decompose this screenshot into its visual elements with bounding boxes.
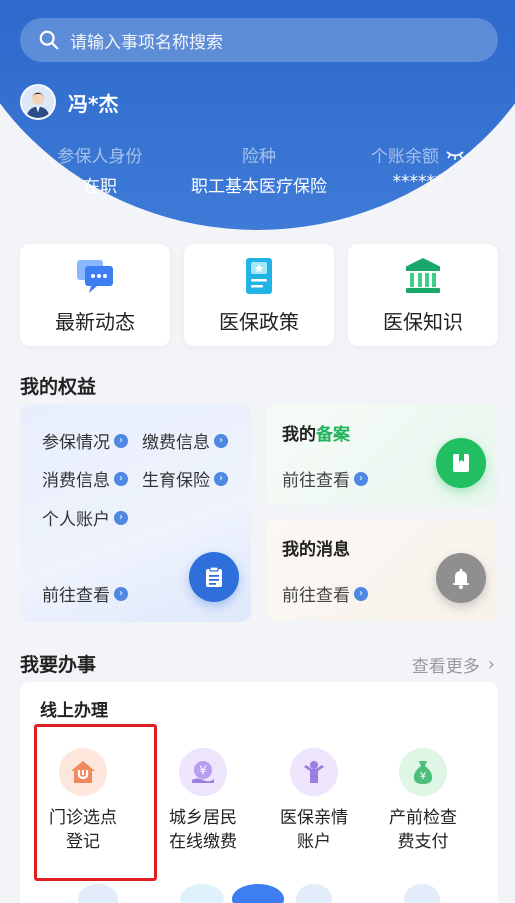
header-banner: 请输入事项名称搜索 冯*杰 参保人身份 在职 险种 职工基本医疗保险 个账余额 [0,0,515,232]
info-label: 参保人身份 [57,146,143,167]
service-label: 门诊选点 登记 [28,806,138,854]
info-value: ****** [392,172,444,192]
money-bag-icon: ¥ [399,748,447,796]
book-icon [436,438,486,488]
eye-closed-icon[interactable] [445,147,465,161]
card-label: 医保知识 [383,309,463,334]
service-label: 医保亲情 账户 [259,806,369,854]
bank-building-icon [405,257,441,293]
home-clinic-icon [59,748,107,796]
chevron-right-icon: › [487,654,495,675]
benefit-label: 缴费信息 [142,433,210,453]
family-person-icon [290,748,338,796]
info-identity: 参保人身份 在职 [52,142,148,198]
chevron-right-icon: › [114,586,128,601]
search-icon [39,30,59,50]
user-profile[interactable]: 冯*杰 [20,84,118,120]
benefit-item[interactable]: 生育保险 › [142,466,228,491]
service-label-line: 医保亲情 [280,808,348,828]
service-label-line: 费支付 [397,832,449,852]
policy-doc-icon [246,257,272,294]
info-label: 险种 [242,146,276,167]
benefit-label: 生育保险 [142,471,210,491]
chevron-right-icon: › [114,471,128,486]
benefit-item[interactable]: 缴费信息 › [142,428,228,453]
search-bar[interactable]: 请输入事项名称搜索 [20,18,498,62]
card-latest-news[interactable]: 最新动态 [20,244,170,346]
online-services-panel: 线上办理 门诊选点 登记 ¥ 城乡居民 在线缴费 医保亲情 账户 ¥ 产前检查 … [20,682,498,903]
chevron-right-icon: › [114,510,128,525]
messages-card[interactable]: 我的消息 前往查看 › [266,519,498,621]
card-label: 医保政策 [219,309,299,334]
more-label: 查看更多 [411,657,480,677]
service-label-line: 登记 [66,832,100,852]
service-resident-payment[interactable]: ¥ 城乡居民 在线缴费 [148,748,258,854]
chevron-right-icon: › [214,471,228,486]
chevron-right-icon: › [354,586,368,601]
info-insurance-type: 险种 职工基本医疗保险 [180,142,338,198]
info-balance: 个账余额 ****** [366,142,470,192]
avatar[interactable] [20,84,56,120]
online-title: 线上办理 [40,701,108,721]
service-label: 产前检查 费支付 [368,806,478,854]
chevron-right-icon: › [354,471,368,486]
service-family-account[interactable]: 医保亲情 账户 [259,748,369,854]
service-label-line: 在线缴费 [169,832,237,852]
title-highlight: 备案 [316,425,350,445]
section-title-benefits: 我的权益 [20,376,97,398]
service-label-line: 产前检查 [389,808,457,828]
section-title-tasks: 我要办事 [20,654,97,676]
link-label: 前往查看 [42,586,110,606]
info-value: 职工基本医疗保险 [191,177,327,197]
benefit-item[interactable]: 参保情况 › [42,428,128,453]
messages-link[interactable]: 前往查看 › [282,581,368,606]
quick-cards: 最新动态 医保政策 医保知识 [20,244,498,346]
link-label: 前往查看 [282,586,350,606]
benefit-item[interactable]: 个人账户 › [42,505,128,530]
card-policy[interactable]: 医保政策 [184,244,334,346]
chevron-right-icon: › [114,433,128,448]
bell-icon [436,553,486,603]
service-outpatient-registration[interactable]: 门诊选点 登记 [28,748,138,854]
benefit-label: 参保情况 [42,433,110,453]
user-name: 冯*杰 [68,91,119,116]
filing-card[interactable]: 我的备案 前往查看 › [266,404,498,506]
yuan-coin-icon: ¥ [179,748,227,796]
chat-bubble-icon [77,259,113,293]
service-label-line: 城乡居民 [169,808,237,828]
service-label-line: 门诊选点 [49,808,117,828]
chevron-right-icon: › [214,433,228,448]
benefits-link[interactable]: 前往查看 › [42,581,128,606]
info-value: 在职 [83,177,117,197]
service-prenatal-payment[interactable]: ¥ 产前检查 费支付 [368,748,478,854]
filing-title: 我的备案 [282,420,350,445]
svg-text:¥: ¥ [199,764,207,778]
view-more-link[interactable]: 查看更多 › [412,652,495,677]
messages-title: 我的消息 [282,540,350,560]
avatar-person-icon [22,86,54,118]
link-label: 前往查看 [282,471,350,491]
svg-text:¥: ¥ [420,771,426,782]
benefit-label: 消费信息 [42,471,110,491]
title-prefix: 我的 [282,425,316,445]
service-label-line: 账户 [297,832,331,852]
search-placeholder: 请输入事项名称搜索 [70,32,223,53]
benefits-card: 参保情况 › 缴费信息 › 消费信息 › 生育保险 › 个人账户 › 前往查看 … [20,404,251,622]
clipboard-icon[interactable] [189,552,239,602]
info-label-row: 个账余额 [366,142,470,167]
benefit-label: 个人账户 [42,510,110,530]
service-label: 城乡居民 在线缴费 [148,806,258,854]
benefit-item[interactable]: 消费信息 › [42,466,128,491]
card-knowledge[interactable]: 医保知识 [348,244,498,346]
filing-link[interactable]: 前往查看 › [282,466,368,491]
card-label: 最新动态 [55,309,135,334]
info-label: 个账余额 [371,146,439,167]
